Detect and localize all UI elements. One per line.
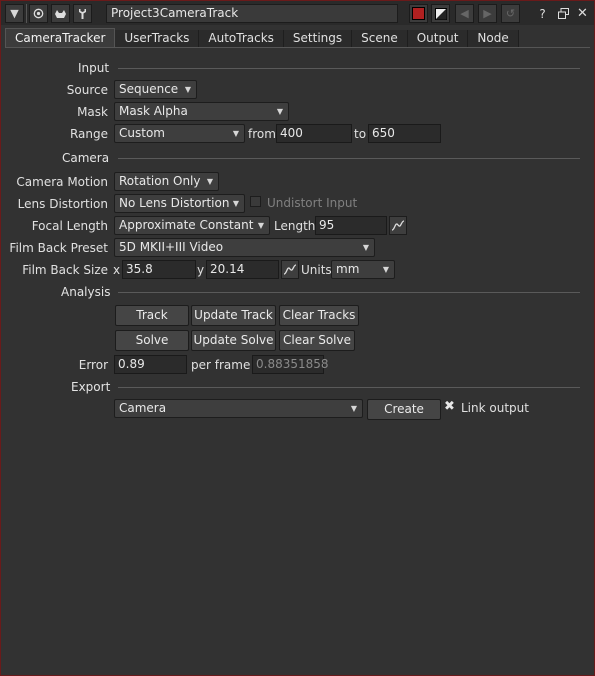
chevron-down-icon: ▼ (232, 129, 239, 138)
units-dropdown[interactable]: mm ▼ (331, 260, 395, 279)
create-button[interactable]: Create (367, 399, 441, 420)
export-dropdown[interactable]: Camera ▼ (114, 399, 363, 418)
error-field: 0.89 (114, 355, 187, 374)
per-frame-field: 0.88351858 (252, 355, 329, 374)
range-value: Custom (119, 126, 165, 140)
section-export-title: Export (71, 380, 111, 394)
film-back-y-field[interactable]: 20.14 (206, 260, 279, 279)
collapse-icon[interactable]: ▼ (5, 4, 24, 23)
section-divider (118, 387, 580, 388)
from-label: from (248, 127, 276, 141)
track-button[interactable]: Track (115, 305, 189, 326)
redo-icon[interactable]: ▶ (478, 4, 497, 23)
tab-cameratracker[interactable]: CameraTracker (5, 28, 116, 47)
film-back-x-field[interactable]: 35.8 (122, 260, 196, 279)
units-value: mm (336, 262, 360, 276)
length-label: Length (274, 219, 316, 233)
tab-bar: CameraTracker UserTracks AutoTracks Sett… (5, 28, 519, 47)
mask-dropdown[interactable]: Mask Alpha ▼ (114, 102, 289, 121)
section-camera-title: Camera (62, 151, 110, 165)
chevron-down-icon: ▼ (206, 177, 213, 186)
cameratracker-panel: Input Source Sequence ▼ Mask Mask Alpha ▼ … (5, 47, 590, 668)
source-dropdown[interactable]: Sequence ▼ (114, 80, 197, 99)
film-back-size-label: Film Back Size (22, 263, 108, 277)
focal-length-value: Approximate Constant (119, 218, 254, 232)
clear-solve-button[interactable]: Clear Solve (279, 330, 355, 351)
length-field[interactable]: 95 (315, 216, 387, 235)
lens-distortion-value: No Lens Distortion (119, 196, 230, 210)
section-divider (118, 158, 580, 159)
solve-button[interactable]: Solve (115, 330, 189, 351)
chevron-down-icon: ▼ (257, 221, 264, 230)
range-from-field[interactable]: 400 (276, 124, 352, 143)
section-input-title: Input (78, 61, 110, 75)
separator (26, 4, 27, 23)
focal-length-label: Focal Length (31, 219, 108, 233)
film-back-preset-value: 5D MKII+III Video (119, 240, 224, 254)
link-output-checkbox[interactable]: ✖ (444, 399, 455, 414)
film-back-preset-label: Film Back Preset (9, 241, 108, 255)
x-label: x (113, 263, 121, 277)
error-label: Error (78, 358, 108, 372)
tab-usertracks[interactable]: UserTracks (115, 30, 200, 47)
node-name-field[interactable]: Project3CameraTrack (106, 4, 398, 23)
center-node-icon[interactable] (29, 4, 48, 23)
range-label: Range (69, 127, 108, 141)
chevron-down-icon: ▼ (350, 404, 357, 413)
lens-distortion-dropdown[interactable]: No Lens Distortion ▼ (114, 194, 245, 213)
node-color-swatch[interactable] (409, 4, 428, 23)
y-label: y (197, 263, 205, 277)
section-analysis-title: Analysis (61, 285, 111, 299)
film-back-preset-dropdown[interactable]: 5D MKII+III Video ▼ (114, 238, 375, 257)
section-divider (118, 68, 580, 69)
mask-value: Mask Alpha (119, 104, 188, 118)
help-icon[interactable]: ? (533, 4, 552, 23)
revert-icon[interactable]: ↺ (501, 4, 520, 23)
lens-distortion-label: Lens Distortion (17, 197, 108, 211)
color-swatch-fill (412, 7, 425, 20)
section-divider (118, 292, 580, 293)
update-track-button[interactable]: Update Track (191, 305, 276, 326)
animation-curve-icon[interactable] (281, 260, 299, 279)
clear-tracks-button[interactable]: Clear Tracks (279, 305, 359, 326)
range-dropdown[interactable]: Custom ▼ (114, 124, 245, 143)
chevron-down-icon: ▼ (232, 199, 239, 208)
camera-motion-value: Rotation Only (119, 174, 201, 188)
close-icon[interactable]: ✕ (573, 4, 592, 23)
float-panel-icon[interactable] (51, 4, 70, 23)
to-label: to (354, 127, 367, 141)
tab-output[interactable]: Output (407, 30, 469, 47)
chevron-down-icon: ▼ (276, 107, 283, 116)
chevron-down-icon: ▼ (184, 85, 191, 94)
undo-icon[interactable]: ◀ (455, 4, 474, 23)
undistort-input-label: Undistort Input (267, 196, 358, 210)
range-to-field[interactable]: 650 (368, 124, 441, 143)
float-window-icon[interactable] (554, 4, 573, 23)
tab-settings[interactable]: Settings (283, 30, 353, 47)
tab-scene[interactable]: Scene (352, 30, 408, 47)
camera-motion-dropdown[interactable]: Rotation Only ▼ (114, 172, 219, 191)
mask-label: Mask (77, 105, 108, 119)
source-value: Sequence (119, 82, 179, 96)
per-frame-label: per frame (191, 358, 251, 372)
chevron-down-icon: ▼ (382, 265, 389, 274)
title-bar: ▼ Project3CameraTrack ◀ ▶ ↺ ? ✕ (1, 1, 594, 25)
undistort-input-checkbox[interactable] (250, 196, 261, 207)
animation-curve-icon[interactable] (389, 216, 407, 235)
link-output-label: Link output (461, 401, 529, 415)
update-solve-button[interactable]: Update Solve (191, 330, 276, 351)
focal-length-dropdown[interactable]: Approximate Constant ▼ (114, 216, 270, 235)
gl-color-swatch[interactable] (431, 4, 450, 23)
chevron-down-icon: ▼ (362, 243, 369, 252)
camera-motion-label: Camera Motion (16, 175, 108, 189)
source-label: Source (66, 83, 108, 97)
wrench-icon[interactable] (73, 4, 92, 23)
units-label: Units (301, 263, 332, 277)
tab-node[interactable]: Node (468, 30, 519, 47)
tab-autotracks[interactable]: AutoTracks (199, 30, 284, 47)
export-value: Camera (119, 401, 167, 415)
